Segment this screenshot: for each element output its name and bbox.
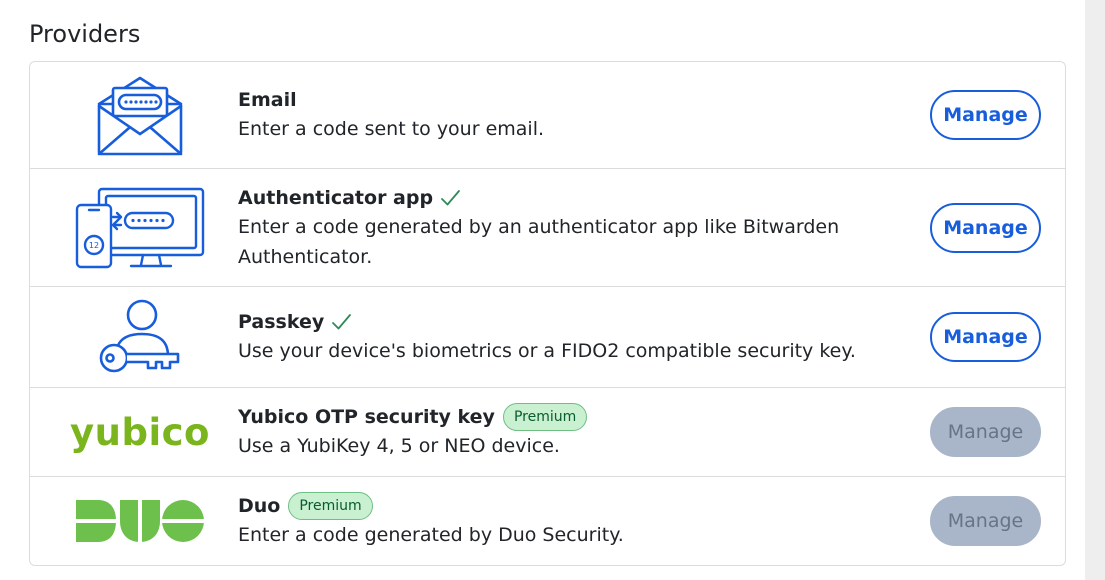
provider-name: Email	[238, 89, 297, 111]
provider-row-authenticator: 12 Authenticator app Enter a code genera…	[30, 169, 1065, 287]
provider-text: Duo Premium Enter a code generated by Du…	[238, 477, 878, 565]
page-scrollbar[interactable]	[1085, 0, 1105, 580]
section-title: Providers	[29, 20, 141, 48]
premium-badge: Premium	[502, 403, 588, 431]
provider-row-yubikey: yubico Yubico OTP security key Premium U…	[30, 388, 1065, 477]
provider-row-email: Email Enter a code sent to your email. M…	[30, 62, 1065, 169]
duo-logo	[60, 477, 220, 565]
providers-list: Email Enter a code sent to your email. M…	[29, 61, 1066, 566]
provider-text: Passkey Use your device's biometrics or …	[238, 287, 878, 387]
provider-description: Enter a code generated by Duo Security.	[238, 524, 624, 546]
user-key-icon	[60, 287, 220, 387]
manage-passkey-button[interactable]: Manage	[930, 312, 1041, 362]
provider-text: Yubico OTP security key Premium Use a Yu…	[238, 388, 878, 476]
manage-email-button[interactable]: Manage	[930, 90, 1041, 140]
enabled-check-icon	[332, 314, 352, 330]
provider-row-duo: Duo Premium Enter a code generated by Du…	[30, 477, 1065, 565]
yubico-logo: yubico	[60, 388, 220, 476]
provider-name: Passkey	[238, 311, 325, 333]
manage-yubikey-button[interactable]: Manage	[930, 407, 1041, 457]
enabled-check-icon	[441, 189, 460, 205]
authenticator-devices-icon: 12	[60, 169, 220, 286]
provider-description: Use a YubiKey 4, 5 or NEO device.	[238, 435, 560, 457]
provider-name-line: Email	[238, 86, 878, 114]
envelope-code-icon	[60, 62, 220, 168]
provider-description: Use your device's biometrics or a FIDO2 …	[238, 340, 856, 362]
premium-badge: Premium	[288, 492, 373, 520]
provider-text: Authenticator app Enter a code generated…	[238, 169, 878, 286]
provider-name: Duo	[238, 495, 281, 517]
yubico-logo-text: yubico	[70, 410, 210, 454]
provider-description: Enter a code generated by an authenticat…	[238, 215, 840, 268]
provider-name-line: Passkey	[238, 308, 878, 336]
provider-name-line: Yubico OTP security key Premium	[238, 403, 878, 431]
provider-name: Yubico OTP security key	[238, 406, 495, 428]
provider-row-passkey: Passkey Use your device's biometrics or …	[30, 287, 1065, 388]
provider-description: Enter a code sent to your email.	[238, 118, 545, 140]
manage-duo-button[interactable]: Manage	[930, 496, 1041, 546]
manage-authenticator-button[interactable]: Manage	[930, 202, 1041, 253]
svg-text:12: 12	[89, 241, 99, 250]
provider-name: Authenticator app	[238, 186, 434, 209]
provider-name-line: Duo Premium	[238, 492, 878, 520]
provider-text: Email Enter a code sent to your email.	[238, 62, 878, 168]
provider-name-line: Authenticator app	[238, 184, 878, 212]
